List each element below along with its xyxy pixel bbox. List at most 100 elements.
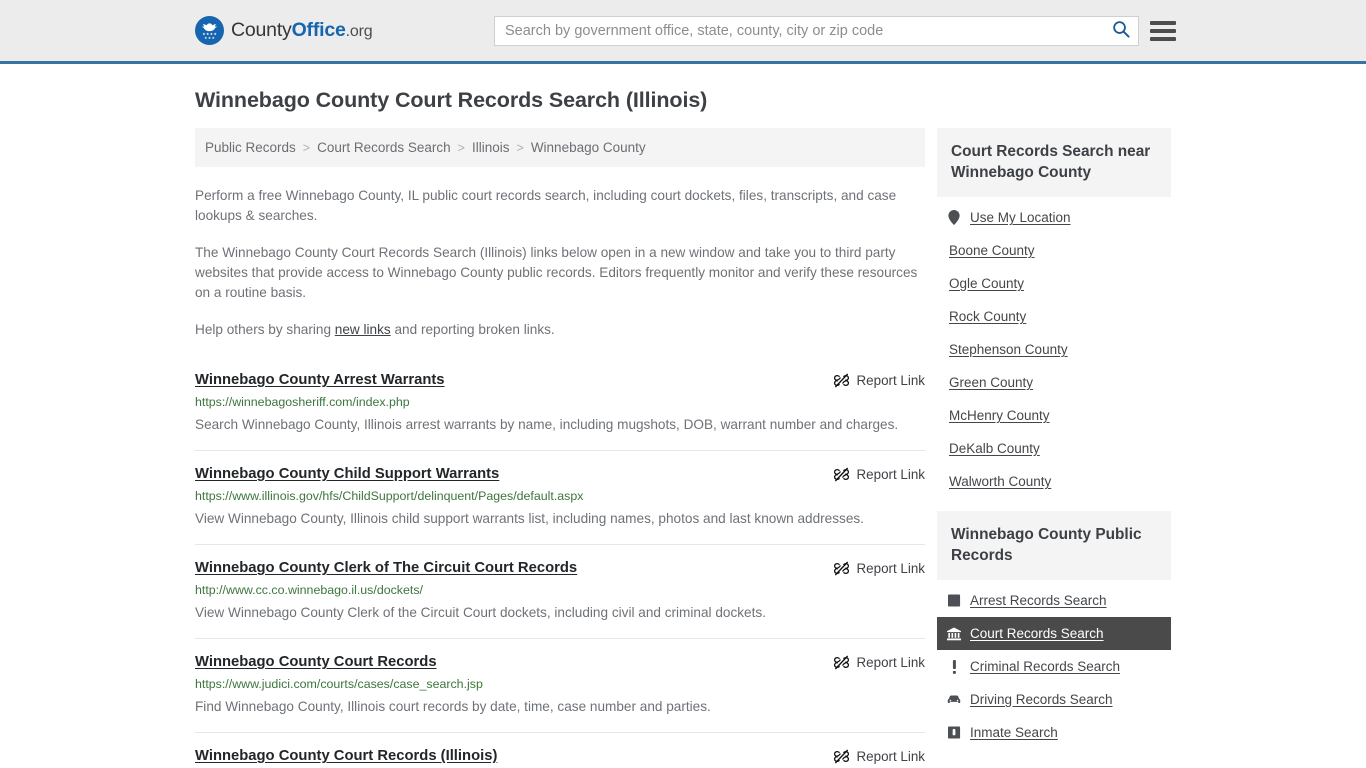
hamburger-menu-icon[interactable] bbox=[1150, 20, 1176, 41]
report-link-button[interactable]: Report Link bbox=[833, 653, 925, 671]
jail-icon bbox=[947, 726, 961, 740]
content-columns: Public Records > Court Records Search > Illi… bbox=[195, 128, 1171, 768]
sidebar-item-label: Court Records Search bbox=[970, 626, 1104, 641]
result-header: Winnebago County Child Support Warrants R… bbox=[195, 465, 925, 484]
breadcrumb-item-3[interactable]: Illinois bbox=[472, 140, 510, 155]
new-links-link[interactable]: new links bbox=[335, 322, 391, 337]
breadcrumb-item-1[interactable]: Public Records bbox=[205, 140, 296, 155]
breadcrumb-separator: > bbox=[516, 140, 524, 155]
hamburger-bar bbox=[1150, 36, 1176, 41]
sidebar-item-label: Driving Records Search bbox=[970, 692, 1113, 707]
breadcrumb-separator: > bbox=[457, 140, 465, 155]
result-description: Find Winnebago County, Illinois court re… bbox=[195, 699, 711, 714]
broken-link-icon bbox=[833, 372, 850, 389]
sidebar-item-label: Walworth County bbox=[949, 474, 1052, 489]
site-header: CountyOffice.org bbox=[0, 0, 1366, 64]
report-link-label: Report Link bbox=[856, 561, 925, 576]
result-title-link[interactable]: Winnebago County Court Records bbox=[195, 653, 437, 672]
sidebar-item-dekalb-county[interactable]: DeKalb County bbox=[937, 432, 1171, 465]
page-title: Winnebago County Court Records Search (I… bbox=[195, 88, 708, 112]
result-description: View Winnebago County, Illinois child su… bbox=[195, 511, 864, 526]
sidebar-item-label: Inmate Search bbox=[970, 725, 1058, 740]
sidebar-item-mchenry-county[interactable]: McHenry County bbox=[937, 399, 1171, 432]
sidebar-item-rock-county[interactable]: Rock County bbox=[937, 300, 1171, 333]
result-title-link[interactable]: Winnebago County Child Support Warrants bbox=[195, 465, 499, 484]
eagle-seal-icon bbox=[195, 16, 224, 45]
public-records-heading: Winnebago County Public Records bbox=[937, 511, 1171, 580]
result-url: https://www.judici.com/courts/cases/case… bbox=[195, 677, 483, 691]
search-button[interactable] bbox=[1104, 17, 1138, 45]
nearby-search-panel: Court Records Search near Winnebago Coun… bbox=[937, 128, 1171, 498]
breadcrumb-item-2[interactable]: Court Records Search bbox=[317, 140, 451, 155]
sidebar: Court Records Search near Winnebago Coun… bbox=[937, 128, 1171, 768]
search-bar bbox=[494, 15, 1139, 46]
result-url: https://winnebagosheriff.com/index.php bbox=[195, 395, 410, 409]
report-link-button[interactable]: Report Link bbox=[833, 371, 925, 389]
broken-link-icon bbox=[833, 748, 850, 765]
result-header: Winnebago County Clerk of The Circuit Co… bbox=[195, 559, 925, 578]
result-item: Winnebago County Arrest Warrants Report L… bbox=[195, 362, 925, 450]
report-link-button[interactable]: Report Link bbox=[833, 465, 925, 483]
intro-text: Perform a free Winnebago County, IL publ… bbox=[195, 186, 925, 340]
result-header: Winnebago County Court Records Report Lin… bbox=[195, 653, 925, 672]
site-logo-text: CountyOffice.org bbox=[231, 19, 373, 42]
sidebar-item-use-my-location[interactable]: Use My Location bbox=[937, 201, 1171, 234]
sidebar-item-label: Use My Location bbox=[970, 210, 1071, 225]
result-header: Winnebago County Arrest Warrants Report L… bbox=[195, 371, 925, 390]
sidebar-item-label: Ogle County bbox=[949, 276, 1025, 291]
broken-link-icon bbox=[833, 560, 850, 577]
intro-p3-after: and reporting broken links. bbox=[390, 322, 555, 337]
intro-paragraph-3: Help others by sharing new links and rep… bbox=[195, 320, 925, 340]
sidebar-item-label: Arrest Records Search bbox=[970, 593, 1107, 608]
broken-link-icon bbox=[833, 466, 850, 483]
public-records-panel: Winnebago County Public Records Arrest R… bbox=[937, 511, 1171, 749]
nearby-search-list: Use My Location Boone County Ogle County Ro… bbox=[937, 197, 1171, 498]
car-icon bbox=[947, 693, 961, 707]
intro-paragraph-2: The Winnebago County Court Records Searc… bbox=[195, 245, 918, 300]
hamburger-bar bbox=[1150, 28, 1176, 33]
breadcrumb: Public Records > Court Records Search > Illi… bbox=[195, 128, 925, 167]
hamburger-bar bbox=[1150, 20, 1176, 25]
sidebar-item-stephenson-county[interactable]: Stephenson County bbox=[937, 333, 1171, 366]
sidebar-item-inmate-search[interactable]: Inmate Search bbox=[937, 716, 1171, 749]
results-list: Winnebago County Arrest Warrants Report L… bbox=[195, 362, 925, 768]
breadcrumb-item-4: Winnebago County bbox=[530, 140, 646, 155]
result-url: http://www.cc.co.winnebago.il.us/dockets… bbox=[195, 583, 423, 597]
intro-paragraph-1: Perform a free Winnebago County, IL publ… bbox=[195, 188, 897, 223]
sidebar-item-boone-county[interactable]: Boone County bbox=[937, 234, 1171, 267]
result-item: Winnebago County Court Records (Illinois… bbox=[195, 732, 925, 768]
sidebar-item-label: McHenry County bbox=[949, 408, 1050, 423]
sidebar-item-label: Green County bbox=[949, 375, 1034, 390]
result-item: Winnebago County Clerk of The Circuit Co… bbox=[195, 544, 925, 638]
sidebar-item-walworth-county[interactable]: Walworth County bbox=[937, 465, 1171, 498]
result-description: Search Winnebago County, Illinois arrest… bbox=[195, 417, 899, 432]
sidebar-item-criminal-records-search[interactable]: Criminal Records Search bbox=[937, 650, 1171, 683]
sidebar-item-label: Criminal Records Search bbox=[970, 659, 1121, 674]
result-url: https://www.illinois.gov/hfs/ChildSuppor… bbox=[195, 489, 584, 503]
sidebar-item-label: Stephenson County bbox=[949, 342, 1068, 357]
courthouse-icon bbox=[947, 626, 961, 641]
nearby-search-heading: Court Records Search near Winnebago Coun… bbox=[937, 128, 1171, 197]
search-input[interactable] bbox=[495, 16, 1104, 45]
sidebar-item-ogle-county[interactable]: Ogle County bbox=[937, 267, 1171, 300]
sidebar-item-label: Rock County bbox=[949, 309, 1027, 324]
sidebar-item-court-records-search[interactable]: Court Records Search bbox=[937, 617, 1171, 650]
report-link-label: Report Link bbox=[856, 467, 925, 482]
report-link-button[interactable]: Report Link bbox=[833, 747, 925, 765]
sidebar-item-driving-records-search[interactable]: Driving Records Search bbox=[937, 683, 1171, 716]
site-logo[interactable]: CountyOffice.org bbox=[195, 16, 373, 45]
sidebar-item-label: DeKalb County bbox=[949, 441, 1040, 456]
sidebar-item-arrest-records-search[interactable]: Arrest Records Search bbox=[937, 584, 1171, 617]
report-link-button[interactable]: Report Link bbox=[833, 559, 925, 577]
broken-link-icon bbox=[833, 654, 850, 671]
result-item: Winnebago County Court Records Report Lin… bbox=[195, 638, 925, 732]
report-link-label: Report Link bbox=[856, 655, 925, 670]
result-title-link[interactable]: Winnebago County Clerk of The Circuit Co… bbox=[195, 559, 577, 578]
logo-text-office: Office bbox=[291, 19, 346, 41]
result-title-link[interactable]: Winnebago County Arrest Warrants bbox=[195, 371, 445, 390]
page-container: Winnebago County Court Records Search (I… bbox=[0, 88, 1366, 768]
square-icon bbox=[947, 594, 961, 608]
result-title-link[interactable]: Winnebago County Court Records (Illinois… bbox=[195, 747, 497, 766]
sidebar-item-green-county[interactable]: Green County bbox=[937, 366, 1171, 399]
main-column: Public Records > Court Records Search > Illi… bbox=[195, 128, 925, 768]
